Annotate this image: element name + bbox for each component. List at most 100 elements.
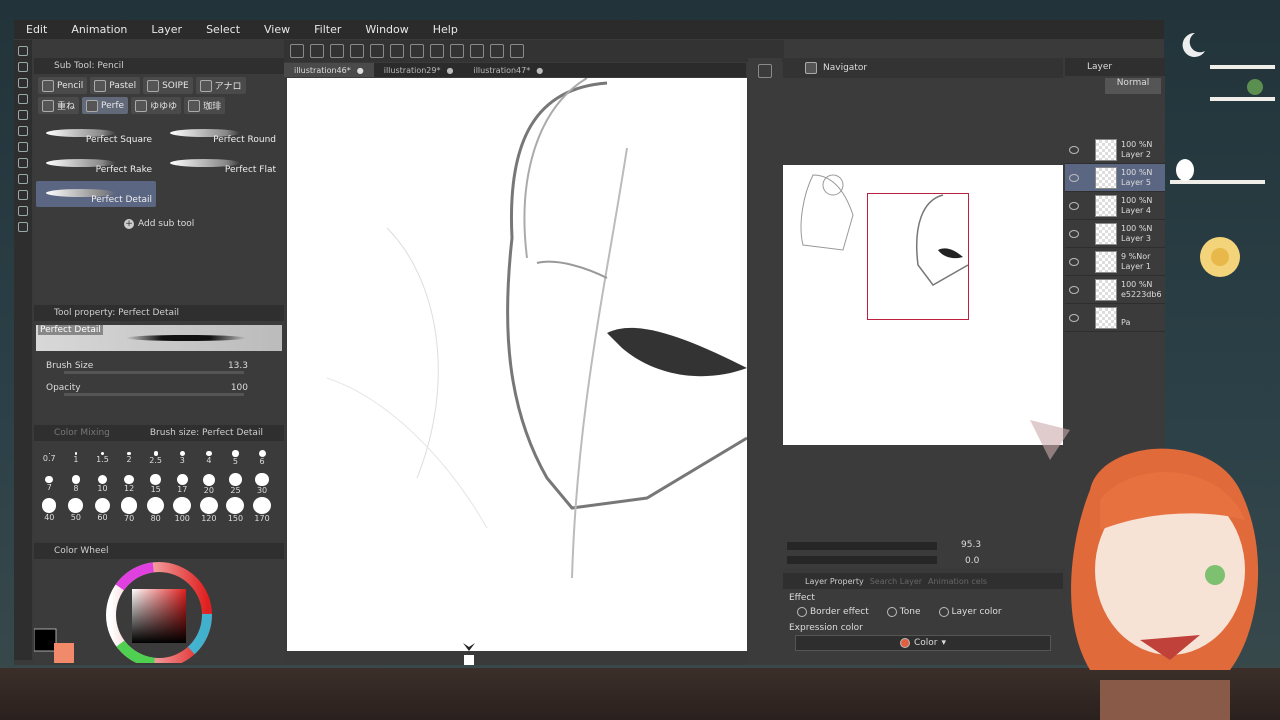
brush-perfect-detail[interactable]: Perfect Detail xyxy=(36,181,156,207)
snap-icon[interactable] xyxy=(470,44,484,58)
tab-illustration47[interactable]: illustration47* ● xyxy=(463,63,553,77)
brush-size-option[interactable]: 10 xyxy=(89,471,116,497)
layer-row[interactable]: 100 %N Layer 2 xyxy=(1065,136,1165,164)
layer-color-button[interactable]: Layer color xyxy=(938,607,1002,617)
tab-pastel[interactable]: Pastel xyxy=(90,77,141,94)
brush-size-option[interactable]: 8 xyxy=(63,471,90,497)
lasso-tool-icon[interactable] xyxy=(18,94,28,104)
calendar-icon[interactable] xyxy=(758,64,772,78)
help-icon[interactable] xyxy=(510,44,524,58)
eyedropper-tool-icon[interactable] xyxy=(18,110,28,120)
eye-icon[interactable] xyxy=(1069,257,1079,266)
transform-icon[interactable] xyxy=(390,44,404,58)
tab-color-mixing[interactable]: Color Mixing xyxy=(54,428,110,438)
brush-size-option[interactable]: 120 xyxy=(196,497,223,523)
tab-illustration46[interactable]: illustration46* ● xyxy=(284,63,374,77)
tab-illustration29[interactable]: illustration29* ● xyxy=(374,63,464,77)
brush-size-option[interactable]: 25 xyxy=(222,471,249,497)
brush-size-option[interactable]: 150 xyxy=(222,497,249,523)
pencil-tool-icon[interactable] xyxy=(18,46,28,56)
tab-kasane[interactable]: 重ね xyxy=(38,97,80,114)
brush-perfect-round[interactable]: Perfect Round xyxy=(160,121,280,147)
grid-icon[interactable] xyxy=(490,44,504,58)
zoom-value[interactable]: 95.3 xyxy=(961,540,981,550)
brush-size-option[interactable]: 5 xyxy=(222,445,249,471)
redo-icon[interactable] xyxy=(370,44,384,58)
drawing-canvas[interactable] xyxy=(287,77,748,651)
brush-tool-icon[interactable] xyxy=(18,142,28,152)
tone-button[interactable]: Tone xyxy=(886,607,921,617)
brush-size-option[interactable]: 2 xyxy=(116,445,143,471)
layer-row[interactable]: 100 %N Layer 4 xyxy=(1065,192,1165,220)
tab-layer-property[interactable]: Layer Property xyxy=(805,577,864,586)
save-icon[interactable] xyxy=(330,44,344,58)
ruler-tool-icon[interactable] xyxy=(18,222,28,232)
layer-row[interactable]: 9 %Nor Layer 1 xyxy=(1065,248,1165,276)
text-tool-icon[interactable] xyxy=(18,206,28,216)
eye-icon[interactable] xyxy=(1069,313,1079,322)
rotate-slider[interactable] xyxy=(787,556,937,564)
eye-icon[interactable] xyxy=(1069,229,1079,238)
brush-size-option[interactable]: 17 xyxy=(169,471,196,497)
menu-view[interactable]: View xyxy=(252,23,302,36)
zoom-slider[interactable] xyxy=(787,542,937,550)
brush-size-option[interactable]: 3 xyxy=(169,445,196,471)
menu-edit[interactable]: Edit xyxy=(14,23,59,36)
eye-icon[interactable] xyxy=(1069,285,1079,294)
ruler-icon[interactable] xyxy=(450,44,464,58)
rotate-value[interactable]: 0.0 xyxy=(965,556,979,566)
brush-perfect-rake[interactable]: Perfect Rake xyxy=(36,151,156,177)
menu-layer[interactable]: Layer xyxy=(139,23,194,36)
menu-help[interactable]: Help xyxy=(421,23,470,36)
opacity-row[interactable]: Opacity 100 xyxy=(34,377,284,399)
border-effect-button[interactable]: Border effect xyxy=(797,607,869,617)
brush-size-slider[interactable] xyxy=(64,371,244,374)
crop-icon[interactable] xyxy=(430,44,444,58)
tab-analog[interactable]: アナロ xyxy=(195,77,246,94)
brush-size-option[interactable]: 1.5 xyxy=(89,445,116,471)
tab-pencil[interactable]: Pencil xyxy=(38,77,88,94)
brush-size-option[interactable]: 15 xyxy=(142,471,169,497)
color-wheel[interactable] xyxy=(33,559,284,668)
tab-coffee[interactable]: 珈琲 xyxy=(184,97,226,114)
add-subtool-button[interactable]: + Add sub tool xyxy=(34,211,284,229)
expression-color-select[interactable]: Color ▾ xyxy=(795,635,1051,651)
menu-filter[interactable]: Filter xyxy=(302,23,353,36)
brush-size-option[interactable]: 70 xyxy=(116,497,143,523)
brush-size-option[interactable]: 40 xyxy=(36,497,63,523)
tab-perfect[interactable]: Perfe xyxy=(82,97,129,114)
brush-size-option[interactable]: 12 xyxy=(116,471,143,497)
brush-size-row[interactable]: Brush Size 13.3 xyxy=(34,355,284,377)
brush-size-option[interactable]: 1 xyxy=(63,445,90,471)
sub-color-swatch[interactable] xyxy=(54,643,74,663)
menu-animation[interactable]: Animation xyxy=(59,23,139,36)
eye-icon[interactable] xyxy=(1069,173,1079,182)
main-color-swatch[interactable] xyxy=(33,628,57,652)
opacity-slider[interactable] xyxy=(64,393,244,396)
eye-icon[interactable] xyxy=(1069,145,1079,154)
brush-size-option[interactable]: 2.5 xyxy=(142,445,169,471)
eraser-tool-icon[interactable] xyxy=(18,158,28,168)
layer-row[interactable]: 100 %N e5223db6 xyxy=(1065,276,1165,304)
tab-yuyuyu[interactable]: ゆゆゆ xyxy=(131,97,182,114)
brush-perfect-square[interactable]: Perfect Square xyxy=(36,121,156,147)
brush-size-option[interactable]: 170 xyxy=(249,497,276,523)
pen-tool-icon[interactable] xyxy=(18,126,28,136)
brush-size-option[interactable]: 0.7 xyxy=(36,445,63,471)
brush-size-option[interactable]: 60 xyxy=(89,497,116,523)
layer-row[interactable]: Pa xyxy=(1065,304,1165,332)
brush-size-option[interactable]: 100 xyxy=(169,497,196,523)
select-tool-icon[interactable] xyxy=(18,78,28,88)
brush-size-option[interactable]: 20 xyxy=(196,471,223,497)
fill-icon[interactable] xyxy=(410,44,424,58)
brush-perfect-flat[interactable]: Perfect Flat xyxy=(160,151,280,177)
new-icon[interactable] xyxy=(290,44,304,58)
eye-icon[interactable] xyxy=(1069,201,1079,210)
layer-row[interactable]: 100 %N Layer 3 xyxy=(1065,220,1165,248)
gradient-tool-icon[interactable] xyxy=(18,190,28,200)
brush-size-option[interactable]: 7 xyxy=(36,471,63,497)
menu-window[interactable]: Window xyxy=(353,23,420,36)
tab-search-layer[interactable]: Search Layer xyxy=(870,577,922,586)
brush-size-option[interactable]: 30 xyxy=(249,471,276,497)
menu-select[interactable]: Select xyxy=(194,23,252,36)
